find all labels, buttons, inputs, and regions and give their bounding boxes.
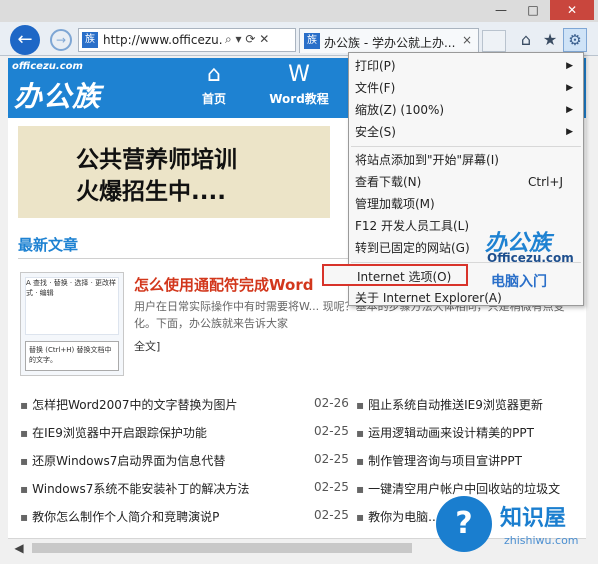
shortcut-label: Ctrl+J bbox=[528, 175, 563, 189]
menu-item-label: 将站点添加到"开始"屏幕(I) bbox=[355, 153, 499, 167]
logo-text: 办公族 bbox=[14, 80, 102, 113]
submenu-arrow-icon: ▶ bbox=[566, 83, 573, 93]
list-item[interactable]: ▪ 在IE9浏览器中开启跟踪保护功能 bbox=[20, 424, 310, 444]
scrollbar-thumb[interactable] bbox=[32, 543, 412, 553]
news-title: 怎样把Word2007中的文字替换为图片 bbox=[32, 398, 238, 412]
question-mark-icon: ? bbox=[436, 496, 492, 552]
latest-articles-heading: 最新文章 bbox=[18, 236, 79, 254]
news-title: 还原Windows7启动界面为信息代替 bbox=[32, 454, 226, 468]
list-item[interactable]: ▪ 阻止系统自动推送IE9浏览器更新 bbox=[356, 396, 582, 416]
badge-title: 知识屋 bbox=[500, 506, 567, 531]
address-controls[interactable]: ⌕ ▾ ⟳ ✕ bbox=[225, 32, 295, 48]
menu-item-label: Internet 选项(O) bbox=[357, 270, 452, 284]
list-item[interactable]: ▪ Windows7系统不能安装补丁的解决方法 bbox=[20, 480, 310, 500]
nav-word-tutorial[interactable]: W Word教程 bbox=[264, 60, 334, 116]
news-date: 02-25 bbox=[314, 424, 349, 438]
submenu-arrow-icon: ▶ bbox=[566, 105, 573, 115]
menu-item-zoom[interactable]: 缩放(Z) (100%) ▶ bbox=[351, 99, 581, 121]
address-bar[interactable]: 族 http://www.officezu.com/ ⌕ ▾ ⟳ ✕ bbox=[78, 28, 296, 52]
site-logo[interactable]: officezu.com 办公族 bbox=[12, 61, 172, 115]
favorites-star-icon[interactable]: ★ bbox=[540, 30, 560, 50]
news-title: 教你为电脑... bbox=[368, 510, 440, 524]
badge-url: zhishiwu.com bbox=[504, 534, 579, 547]
list-item[interactable]: ▪ 运用逻辑动画来设计精美的PPT bbox=[356, 424, 582, 444]
zhishiwu-badge: ? 知识屋 zhishiwu.com bbox=[436, 492, 598, 564]
menu-item-label: F12 开发人员工具(L) bbox=[355, 219, 470, 233]
tools-gear-icon[interactable]: ⚙ bbox=[563, 28, 587, 52]
list-item[interactable]: ▪ 还原Windows7启动界面为信息代替 bbox=[20, 452, 310, 472]
list-item[interactable]: ▪ 教你怎么制作个人简介和竞聘演说P bbox=[20, 508, 310, 528]
submenu-arrow-icon: ▶ bbox=[566, 127, 573, 137]
close-button[interactable]: ✕ bbox=[550, 0, 594, 20]
nav-home[interactable]: ⌂ 首页 bbox=[184, 60, 244, 116]
thumbnail-ribbon: A 查找 · 替换 · 选择 · 更改样式 · 编辑 bbox=[25, 277, 119, 335]
home-icon: ⌂ bbox=[207, 62, 221, 87]
thumbnail-tooltip: 替换 (Ctrl+H) 替换文档中的文字。 bbox=[25, 341, 119, 371]
watermark-tagline: 电脑入门 bbox=[491, 274, 547, 290]
maximize-button[interactable]: □ bbox=[518, 0, 548, 20]
scroll-left-arrow-icon[interactable]: ◀ bbox=[12, 541, 26, 555]
menu-item-label: 打印(P) bbox=[355, 59, 396, 73]
menu-item-label: 关于 Internet Explorer(A) bbox=[355, 291, 502, 305]
tab-close-button[interactable]: × bbox=[460, 33, 474, 49]
news-title: 教你怎么制作个人简介和竞聘演说P bbox=[32, 510, 220, 524]
menu-item-print[interactable]: 打印(P) ▶ bbox=[351, 55, 581, 77]
home-icon[interactable]: ⌂ bbox=[516, 30, 536, 50]
menu-item-label: 文件(F) bbox=[355, 81, 396, 95]
news-title: 运用逻辑动画来设计精美的PPT bbox=[368, 426, 534, 440]
menu-item-label: 转到已固定的网站(G) bbox=[355, 241, 470, 255]
logo-domain: officezu.com bbox=[12, 61, 83, 72]
menu-item-label: 缩放(Z) (100%) bbox=[355, 103, 445, 117]
news-date: 02-26 bbox=[314, 396, 349, 410]
menu-item-label: 查看下载(N) bbox=[355, 175, 422, 189]
menu-item-internet-options[interactable]: Internet 选项(O) bbox=[322, 264, 468, 286]
news-date: 02-25 bbox=[314, 480, 349, 494]
site-favicon-icon: 族 bbox=[82, 32, 98, 48]
nav-word-label: Word教程 bbox=[269, 92, 329, 106]
submenu-arrow-icon: ▶ bbox=[566, 61, 573, 71]
nav-home-label: 首页 bbox=[201, 92, 226, 106]
menu-item-safety[interactable]: 安全(S) ▶ bbox=[351, 121, 581, 143]
list-item[interactable]: ▪ 怎样把Word2007中的文字替换为图片 bbox=[20, 396, 310, 416]
url-text[interactable]: http://www.officezu.com/ bbox=[103, 33, 223, 49]
officezu-watermark: 办公族 Officezu.com 电脑入门 bbox=[485, 225, 579, 295]
tab-title: 办公族 - 学办公就上办... bbox=[324, 36, 456, 50]
watermark-domain: Officezu.com bbox=[487, 251, 574, 265]
tab-favicon-icon: 族 bbox=[304, 33, 320, 49]
menu-item-manage-addons[interactable]: 管理加载项(M) bbox=[351, 193, 581, 215]
menu-separator bbox=[351, 146, 581, 147]
tab-officezu[interactable]: 族 办公族 - 学办公就上办... × bbox=[299, 28, 479, 53]
read-more-link[interactable]: 全文] bbox=[134, 338, 160, 354]
banner-line-1: 公共营养师培训 bbox=[76, 147, 237, 173]
news-title: 在IE9浏览器中开启跟踪保护功能 bbox=[32, 426, 207, 440]
menu-item-view-downloads[interactable]: 查看下载(N) Ctrl+J bbox=[351, 171, 581, 193]
menu-item-file[interactable]: 文件(F) ▶ bbox=[351, 77, 581, 99]
minimize-button[interactable]: — bbox=[486, 0, 516, 20]
news-title: 制作管理咨询与项目宣讲PPT bbox=[368, 454, 522, 468]
menu-item-add-to-start[interactable]: 将站点添加到"开始"屏幕(I) bbox=[351, 149, 581, 171]
list-item[interactable]: ▪ 制作管理咨询与项目宣讲PPT bbox=[356, 452, 582, 472]
news-title: 阻止系统自动推送IE9浏览器更新 bbox=[368, 398, 543, 412]
article-thumbnail[interactable]: A 查找 · 替换 · 选择 · 更改样式 · 编辑 替换 (Ctrl+H) 替… bbox=[20, 272, 124, 376]
new-tab-button[interactable] bbox=[482, 30, 506, 52]
forward-button[interactable]: → bbox=[50, 29, 72, 51]
word-icon: W bbox=[288, 62, 310, 87]
ad-banner[interactable]: 公共营养师培训 火爆招生中.... bbox=[18, 126, 330, 218]
tools-menu: 打印(P) ▶ 文件(F) ▶ 缩放(Z) (100%) ▶ 安全(S) ▶ 将站点添加… bbox=[322, 52, 584, 306]
news-date: 02-25 bbox=[314, 452, 349, 466]
menu-item-label: 管理加载项(M) bbox=[355, 197, 435, 211]
news-title: Windows7系统不能安装补丁的解决方法 bbox=[32, 482, 250, 496]
menu-item-label: 安全(S) bbox=[355, 125, 396, 139]
back-button[interactable]: ← bbox=[10, 25, 40, 55]
banner-line-2: 火爆招生中.... bbox=[76, 179, 226, 205]
news-date: 02-25 bbox=[314, 508, 349, 522]
